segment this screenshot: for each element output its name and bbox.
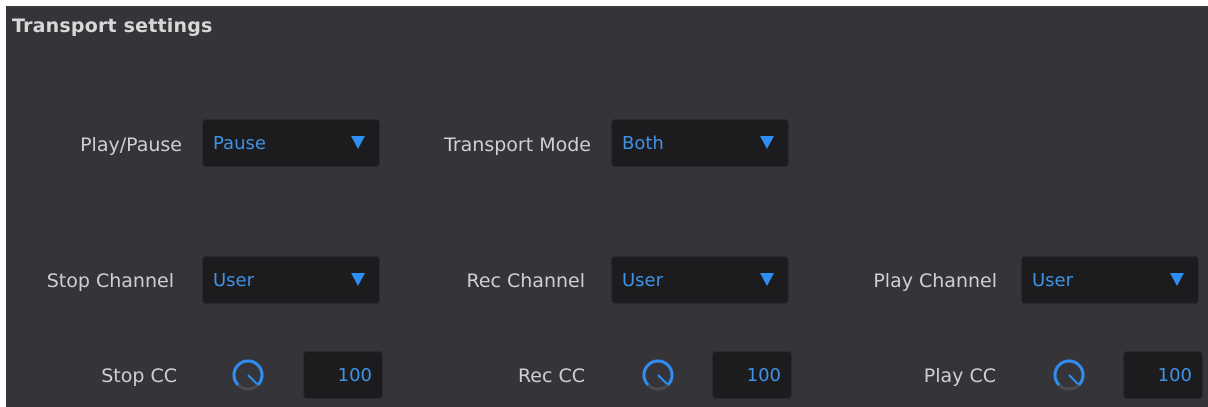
play-cc-field[interactable]: 100 <box>1123 351 1203 399</box>
stop-channel-value: User <box>213 270 255 291</box>
stop-cc-knob[interactable] <box>230 357 266 393</box>
stop-cc-field[interactable]: 100 <box>303 351 383 399</box>
section-title: Transport settings <box>12 15 213 37</box>
play-cc-label: Play CC <box>923 365 996 387</box>
chevron-down-icon <box>351 136 365 149</box>
play-channel-dropdown[interactable]: User <box>1021 256 1199 304</box>
transport-mode-label: Transport Mode <box>444 134 591 156</box>
rec-cc-value: 100 <box>746 365 781 386</box>
rec-channel-dropdown[interactable]: User <box>611 256 789 304</box>
play-cc-value: 100 <box>1157 365 1192 386</box>
chevron-down-icon <box>760 136 774 149</box>
knob-icon <box>1053 359 1085 391</box>
chevron-down-icon <box>760 273 774 286</box>
chevron-down-icon <box>351 273 365 286</box>
play-pause-dropdown[interactable]: Pause <box>202 119 380 167</box>
stop-cc-value: 100 <box>337 365 372 386</box>
transport-mode-dropdown[interactable]: Both <box>611 119 789 167</box>
play-channel-label: Play Channel <box>873 270 997 292</box>
rec-channel-value: User <box>622 270 664 291</box>
transport-mode-value: Both <box>622 133 664 154</box>
transport-settings-panel: Transport settings Play/Pause Pause Tran… <box>6 6 1208 407</box>
stop-cc-label: Stop CC <box>101 365 177 387</box>
play-pause-label: Play/Pause <box>80 134 182 156</box>
rec-cc-field[interactable]: 100 <box>712 351 792 399</box>
stop-channel-label: Stop Channel <box>46 270 174 292</box>
play-pause-value: Pause <box>213 133 266 154</box>
stop-channel-dropdown[interactable]: User <box>202 256 380 304</box>
chevron-down-icon <box>1170 273 1184 286</box>
knob-icon <box>232 359 264 391</box>
play-cc-knob[interactable] <box>1051 357 1087 393</box>
rec-cc-knob[interactable] <box>640 357 676 393</box>
knob-icon <box>642 359 674 391</box>
rec-cc-label: Rec CC <box>517 365 585 387</box>
rec-channel-label: Rec Channel <box>466 270 585 292</box>
play-channel-value: User <box>1032 270 1074 291</box>
